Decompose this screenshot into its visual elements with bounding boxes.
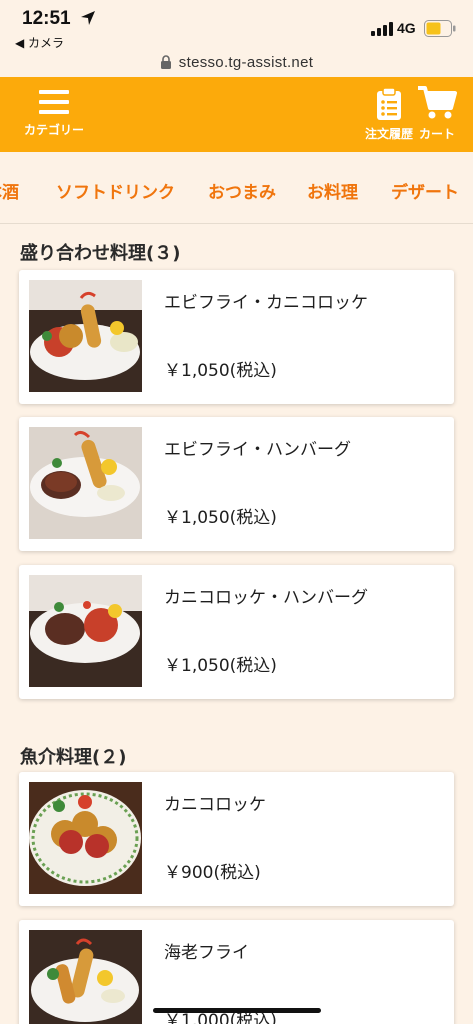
food-photo bbox=[29, 280, 142, 392]
clipboard-list-icon bbox=[377, 87, 401, 120]
menu-item-name: エビフライ・ハンバーグ bbox=[164, 440, 351, 460]
hamburger-menu-icon bbox=[39, 90, 69, 114]
menu-item-name: 海老フライ bbox=[164, 943, 249, 963]
menu-item-price: ￥1,050(税込) bbox=[164, 361, 277, 381]
menu-item-card[interactable]: カニコロッケ ￥900(税込) bbox=[19, 772, 454, 906]
section-title-combo: 盛り合わせ料理(３) bbox=[20, 243, 181, 264]
menu-item-name: カニコロッケ・ハンバーグ bbox=[164, 588, 368, 608]
menu-item-name: エビフライ・カニコロッケ bbox=[164, 293, 368, 313]
food-photo bbox=[29, 575, 142, 687]
menu-item-card[interactable]: カニコロッケ・ハンバーグ ￥1,050(税込) bbox=[19, 565, 454, 699]
menu-item-price: ￥1,050(税込) bbox=[164, 508, 277, 528]
section-title-seafood: 魚介料理(２) bbox=[20, 747, 127, 768]
lock-icon bbox=[160, 55, 171, 69]
category-tabs: 日本酒 ソフトドリンク おつまみ お料理 デザート bbox=[0, 152, 473, 224]
battery-icon bbox=[424, 20, 456, 37]
status-time: 12:51 bbox=[22, 8, 71, 29]
tab-snacks[interactable]: おつまみ bbox=[208, 178, 276, 203]
app-header: カテゴリー 注文履歴 カート bbox=[0, 77, 473, 152]
tab-sake[interactable]: 日本酒 bbox=[0, 178, 19, 203]
cart-label: カート bbox=[418, 127, 455, 141]
menu-item-name: カニコロッケ bbox=[164, 795, 266, 815]
url-text: stesso.tg-assist.net bbox=[178, 53, 314, 71]
location-arrow-icon bbox=[81, 11, 95, 25]
food-photo bbox=[29, 427, 142, 539]
food-photo bbox=[29, 930, 142, 1024]
cart-button[interactable]: カート bbox=[412, 85, 462, 142]
home-indicator[interactable] bbox=[153, 1008, 321, 1013]
menu-item-card[interactable]: エビフライ・ハンバーグ ￥1,050(税込) bbox=[19, 417, 454, 551]
cellular-signal-icon bbox=[371, 22, 393, 36]
order-history-label: 注文履歴 bbox=[364, 127, 413, 141]
address-bar[interactable]: stesso.tg-assist.net bbox=[0, 48, 473, 76]
category-menu-label: カテゴリー bbox=[23, 123, 84, 137]
category-menu-button[interactable]: カテゴリー bbox=[14, 87, 94, 138]
order-history-button[interactable]: 注文履歴 bbox=[362, 87, 416, 142]
cart-icon bbox=[418, 86, 457, 119]
network-type: 4G bbox=[397, 20, 416, 36]
status-bar: 12:51 ◀ カメラ 4G bbox=[0, 0, 473, 50]
menu-item-price: ￥1,050(税込) bbox=[164, 656, 277, 676]
menu-item-card[interactable]: エビフライ・カニコロッケ ￥1,050(税込) bbox=[19, 270, 454, 404]
tab-dishes[interactable]: お料理 bbox=[307, 178, 358, 203]
tab-soft-drinks[interactable]: ソフトドリンク bbox=[56, 178, 175, 203]
menu-item-price: ￥900(税込) bbox=[164, 863, 261, 883]
tab-desserts[interactable]: デザート bbox=[391, 178, 459, 203]
food-photo bbox=[29, 782, 142, 894]
